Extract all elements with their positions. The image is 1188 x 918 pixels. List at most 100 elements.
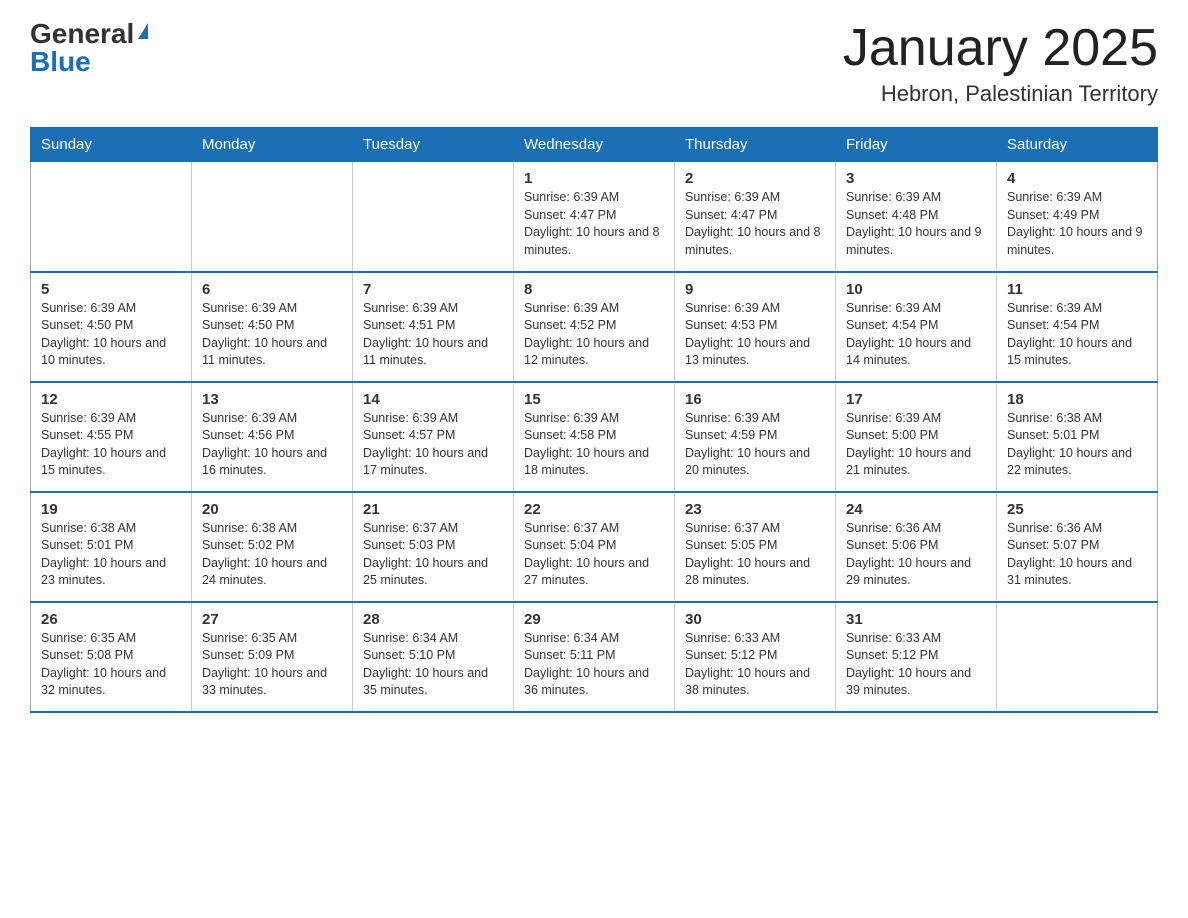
calendar-cell: 25 Sunrise: 6:36 AM Sunset: 5:07 PM Dayli… <box>997 492 1158 602</box>
day-number: 27 <box>202 611 342 628</box>
day-number: 4 <box>1007 170 1147 187</box>
day-info: Sunrise: 6:39 AM Sunset: 4:51 PM Dayligh… <box>363 300 503 370</box>
header-row: Sunday Monday Tuesday Wednesday Thursday… <box>31 128 1158 162</box>
calendar-cell: 4 Sunrise: 6:39 AM Sunset: 4:49 PM Daylig… <box>997 162 1158 272</box>
calendar-cell: 19Sunrise: 6:38 AM Sunset: 5:01 PM Dayli… <box>31 492 192 602</box>
day-info: Sunrise: 6:39 AM Sunset: 4:54 PM Dayligh… <box>846 300 986 370</box>
calendar-cell: 28Sunrise: 6:34 AM Sunset: 5:10 PM Dayli… <box>353 602 514 712</box>
day-number: 25 <box>1007 501 1147 518</box>
title-block: January 2025 Hebron, Palestinian Territo… <box>843 20 1158 107</box>
calendar-week-row: 5 Sunrise: 6:39 AM Sunset: 4:50 PM Daylig… <box>31 272 1158 382</box>
calendar-cell <box>192 162 353 272</box>
calendar-cell: 11Sunrise: 6:39 AM Sunset: 4:54 PM Dayli… <box>997 272 1158 382</box>
logo: General Blue <box>30 20 148 76</box>
day-info: Sunrise: 6:39 AM Sunset: 4:49 PM Dayligh… <box>1007 189 1147 259</box>
day-info: Sunrise: 6:39 AM Sunset: 4:47 PM Dayligh… <box>524 189 664 259</box>
day-info: Sunrise: 6:36 AM Sunset: 5:07 PM Dayligh… <box>1007 520 1147 590</box>
day-info: Sunrise: 6:33 AM Sunset: 5:12 PM Dayligh… <box>685 630 825 700</box>
calendar-cell: 31 Sunrise: 6:33 AM Sunset: 5:12 PM Dayli… <box>836 602 997 712</box>
day-info: Sunrise: 6:39 AM Sunset: 4:54 PM Dayligh… <box>1007 300 1147 370</box>
day-info: Sunrise: 6:39 AM Sunset: 4:59 PM Dayligh… <box>685 410 825 480</box>
calendar-week-row: 26 Sunrise: 6:35 AM Sunset: 5:08 PM Dayli… <box>31 602 1158 712</box>
calendar-table: Sunday Monday Tuesday Wednesday Thursday… <box>30 127 1158 713</box>
calendar-cell <box>997 602 1158 712</box>
day-info: Sunrise: 6:39 AM Sunset: 5:00 PM Dayligh… <box>846 410 986 480</box>
day-number: 14 <box>363 391 503 408</box>
header-tuesday: Tuesday <box>353 128 514 162</box>
day-info: Sunrise: 6:35 AM Sunset: 5:09 PM Dayligh… <box>202 630 342 700</box>
day-number: 15 <box>524 391 664 408</box>
day-number: 3 <box>846 170 986 187</box>
day-number: 24 <box>846 501 986 518</box>
day-info: Sunrise: 6:39 AM Sunset: 4:50 PM Dayligh… <box>41 300 181 370</box>
calendar-cell: 26 Sunrise: 6:35 AM Sunset: 5:08 PM Dayli… <box>31 602 192 712</box>
day-number: 7 <box>363 281 503 298</box>
day-number: 13 <box>202 391 342 408</box>
day-info: Sunrise: 6:37 AM Sunset: 5:05 PM Dayligh… <box>685 520 825 590</box>
calendar-cell: 12 Sunrise: 6:39 AM Sunset: 4:55 PM Dayli… <box>31 382 192 492</box>
day-number: 26 <box>41 611 181 628</box>
calendar-week-row: 1Sunrise: 6:39 AM Sunset: 4:47 PM Daylig… <box>31 162 1158 272</box>
calendar-cell <box>31 162 192 272</box>
day-number: 17 <box>846 391 986 408</box>
location-text: Hebron, Palestinian Territory <box>843 81 1158 107</box>
header-sunday: Sunday <box>31 128 192 162</box>
calendar-body: 1Sunrise: 6:39 AM Sunset: 4:47 PM Daylig… <box>31 162 1158 712</box>
day-number: 23 <box>685 501 825 518</box>
day-number: 30 <box>685 611 825 628</box>
day-number: 10 <box>846 281 986 298</box>
day-info: Sunrise: 6:39 AM Sunset: 4:47 PM Dayligh… <box>685 189 825 259</box>
calendar-week-row: 19Sunrise: 6:38 AM Sunset: 5:01 PM Dayli… <box>31 492 1158 602</box>
calendar-cell: 5 Sunrise: 6:39 AM Sunset: 4:50 PM Daylig… <box>31 272 192 382</box>
page-header: General Blue January 2025 Hebron, Palest… <box>30 20 1158 107</box>
calendar-cell: 29 Sunrise: 6:34 AM Sunset: 5:11 PM Dayli… <box>514 602 675 712</box>
day-number: 6 <box>202 281 342 298</box>
day-info: Sunrise: 6:38 AM Sunset: 5:01 PM Dayligh… <box>1007 410 1147 480</box>
day-info: Sunrise: 6:39 AM Sunset: 4:57 PM Dayligh… <box>363 410 503 480</box>
calendar-cell: 27 Sunrise: 6:35 AM Sunset: 5:09 PM Dayli… <box>192 602 353 712</box>
header-thursday: Thursday <box>675 128 836 162</box>
day-number: 2 <box>685 170 825 187</box>
calendar-cell: 8 Sunrise: 6:39 AM Sunset: 4:52 PM Daylig… <box>514 272 675 382</box>
calendar-cell: 2 Sunrise: 6:39 AM Sunset: 4:47 PM Daylig… <box>675 162 836 272</box>
day-info: Sunrise: 6:36 AM Sunset: 5:06 PM Dayligh… <box>846 520 986 590</box>
day-number: 8 <box>524 281 664 298</box>
calendar-cell: 9Sunrise: 6:39 AM Sunset: 4:53 PM Daylig… <box>675 272 836 382</box>
day-info: Sunrise: 6:37 AM Sunset: 5:04 PM Dayligh… <box>524 520 664 590</box>
day-number: 22 <box>524 501 664 518</box>
day-info: Sunrise: 6:38 AM Sunset: 5:02 PM Dayligh… <box>202 520 342 590</box>
day-info: Sunrise: 6:39 AM Sunset: 4:52 PM Dayligh… <box>524 300 664 370</box>
calendar-cell: 14 Sunrise: 6:39 AM Sunset: 4:57 PM Dayli… <box>353 382 514 492</box>
calendar-cell: 1Sunrise: 6:39 AM Sunset: 4:47 PM Daylig… <box>514 162 675 272</box>
day-info: Sunrise: 6:39 AM Sunset: 4:48 PM Dayligh… <box>846 189 986 259</box>
calendar-cell: 7 Sunrise: 6:39 AM Sunset: 4:51 PM Daylig… <box>353 272 514 382</box>
day-info: Sunrise: 6:37 AM Sunset: 5:03 PM Dayligh… <box>363 520 503 590</box>
day-number: 12 <box>41 391 181 408</box>
day-info: Sunrise: 6:33 AM Sunset: 5:12 PM Dayligh… <box>846 630 986 700</box>
calendar-cell: 13 Sunrise: 6:39 AM Sunset: 4:56 PM Dayli… <box>192 382 353 492</box>
calendar-header: Sunday Monday Tuesday Wednesday Thursday… <box>31 128 1158 162</box>
day-number: 28 <box>363 611 503 628</box>
day-info: Sunrise: 6:39 AM Sunset: 4:55 PM Dayligh… <box>41 410 181 480</box>
day-info: Sunrise: 6:34 AM Sunset: 5:11 PM Dayligh… <box>524 630 664 700</box>
day-info: Sunrise: 6:39 AM Sunset: 4:56 PM Dayligh… <box>202 410 342 480</box>
day-info: Sunrise: 6:39 AM Sunset: 4:53 PM Dayligh… <box>685 300 825 370</box>
day-number: 20 <box>202 501 342 518</box>
day-number: 21 <box>363 501 503 518</box>
day-info: Sunrise: 6:39 AM Sunset: 4:50 PM Dayligh… <box>202 300 342 370</box>
header-saturday: Saturday <box>997 128 1158 162</box>
header-friday: Friday <box>836 128 997 162</box>
calendar-cell: 22 Sunrise: 6:37 AM Sunset: 5:04 PM Dayli… <box>514 492 675 602</box>
month-title: January 2025 <box>843 20 1158 77</box>
day-number: 19 <box>41 501 181 518</box>
calendar-cell: 21 Sunrise: 6:37 AM Sunset: 5:03 PM Dayli… <box>353 492 514 602</box>
calendar-cell: 6 Sunrise: 6:39 AM Sunset: 4:50 PM Daylig… <box>192 272 353 382</box>
day-number: 31 <box>846 611 986 628</box>
header-wednesday: Wednesday <box>514 128 675 162</box>
day-info: Sunrise: 6:35 AM Sunset: 5:08 PM Dayligh… <box>41 630 181 700</box>
day-number: 29 <box>524 611 664 628</box>
day-number: 5 <box>41 281 181 298</box>
logo-general-text: General <box>30 20 134 48</box>
calendar-week-row: 12 Sunrise: 6:39 AM Sunset: 4:55 PM Dayli… <box>31 382 1158 492</box>
day-info: Sunrise: 6:39 AM Sunset: 4:58 PM Dayligh… <box>524 410 664 480</box>
